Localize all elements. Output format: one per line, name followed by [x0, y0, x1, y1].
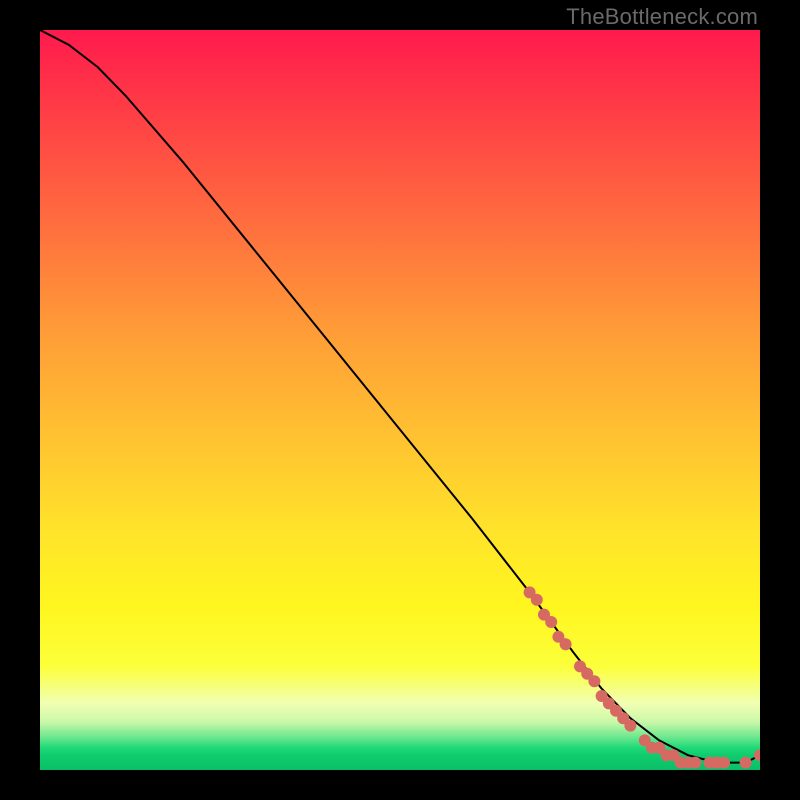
marker-dot — [588, 675, 600, 687]
bottleneck-curve-path — [40, 30, 760, 763]
watermark-text: TheBottleneck.com — [566, 4, 758, 30]
marker-dot — [740, 757, 752, 769]
marker-dot — [754, 749, 760, 761]
marker-dot — [545, 616, 557, 628]
marker-dot — [560, 638, 572, 650]
highlighted-points-group — [524, 586, 760, 768]
marker-dot — [689, 757, 701, 769]
marker-dot — [718, 757, 730, 769]
chart-frame: TheBottleneck.com — [0, 0, 800, 800]
chart-overlay-svg — [40, 30, 760, 770]
plot-area — [40, 30, 760, 770]
marker-dot — [624, 720, 636, 732]
marker-dot — [531, 594, 543, 606]
